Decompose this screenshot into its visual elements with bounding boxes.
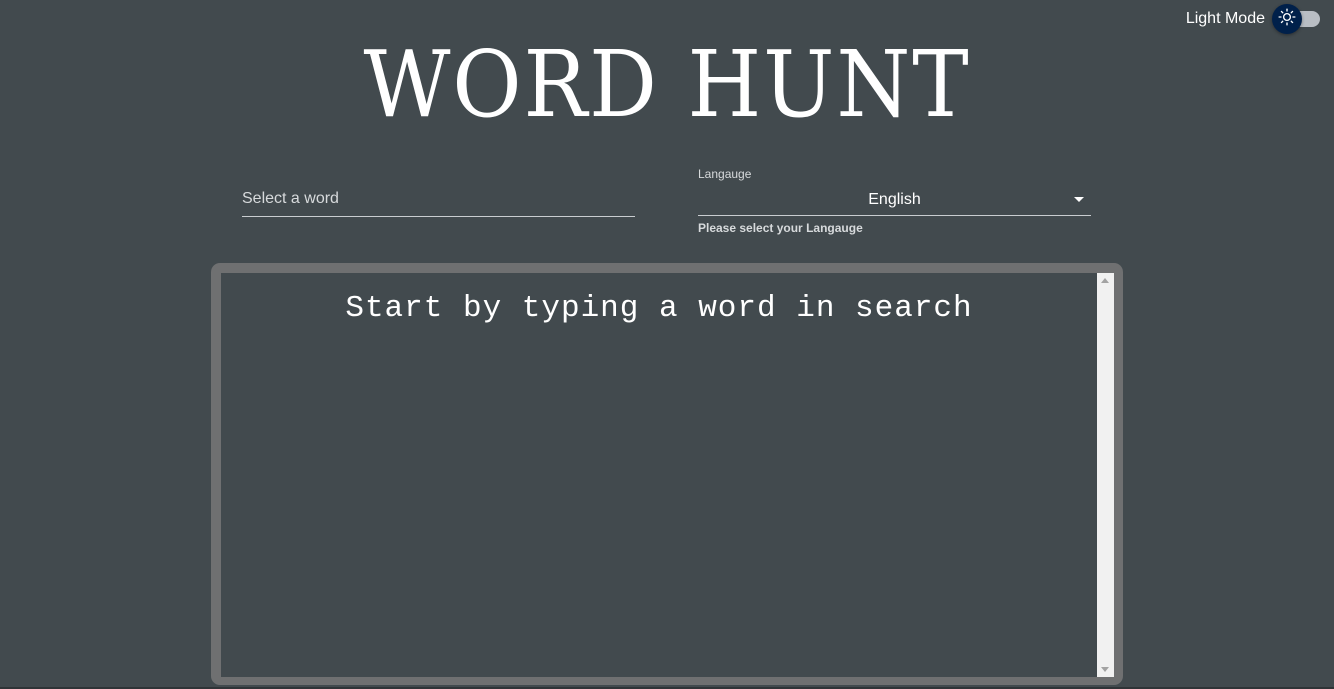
- language-select[interactable]: English: [698, 183, 1091, 216]
- page-title: WORD HUNT: [363, 31, 971, 138]
- results-message: Start by typing a word in search: [345, 291, 973, 326]
- app-root: Light Mode WORD HUNT Select a word Langa…: [0, 0, 1334, 689]
- theme-switch[interactable]: [1272, 4, 1320, 34]
- language-label: Langauge: [698, 167, 752, 181]
- results-scrollbar[interactable]: [1097, 273, 1114, 677]
- language-field[interactable]: Langauge English Please select your Lang…: [698, 166, 1091, 235]
- results-panel: Start by typing a word in search: [211, 263, 1123, 685]
- theme-toggle[interactable]: Light Mode: [1185, 4, 1320, 34]
- sun-icon: [1278, 7, 1296, 31]
- scroll-up-icon[interactable]: [1101, 278, 1109, 283]
- search-input[interactable]: [242, 183, 635, 215]
- language-helper-text: Please select your Langauge: [698, 221, 863, 235]
- theme-toggle-label: Light Mode: [1185, 10, 1265, 27]
- search-field[interactable]: [242, 183, 635, 217]
- results-content: Start by typing a word in search: [221, 273, 1097, 677]
- chevron-down-icon[interactable]: [1074, 197, 1084, 202]
- scroll-down-icon[interactable]: [1101, 667, 1109, 672]
- language-selected-value: English: [868, 190, 921, 208]
